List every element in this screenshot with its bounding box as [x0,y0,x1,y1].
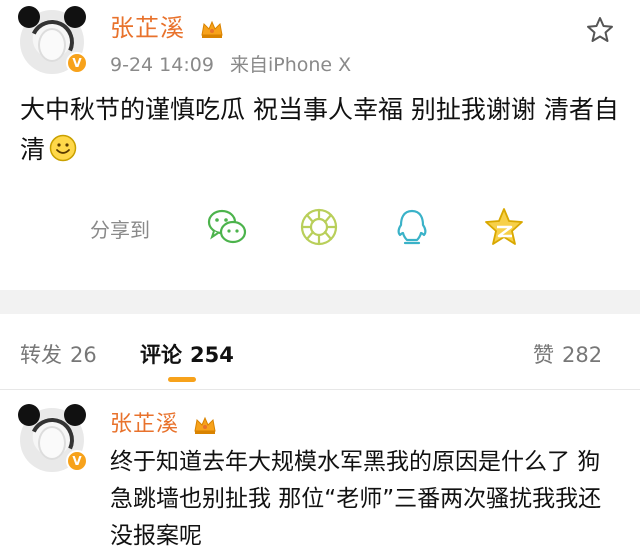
tab-like-label: 赞 [533,343,554,367]
post-author-name[interactable]: 张芷溪 [110,8,224,43]
section-separator [0,290,640,314]
active-tab-indicator [168,377,196,382]
share-label: 分享到 [90,218,150,242]
avatar-face [38,28,66,62]
comment-author-name[interactable]: 张芷溪 [110,406,217,438]
post-meta: 9-24 14:09 来自iPhone X [110,50,351,77]
comment-text: 终于知道去年大规模水军黑我的原因是什么了 狗急跳墙也别扯我 那位“老师”三番两次… [110,449,602,549]
wechat-icon[interactable] [205,205,249,249]
post-source: 来自iPhone X [229,54,352,76]
moments-icon[interactable] [297,205,341,249]
qq-icon[interactable] [390,205,434,249]
comment-avatar-ear-right [64,404,86,426]
avatar-ear-right [64,6,86,28]
author-name-text: 张芷溪 [110,14,185,42]
smile-emoji [49,134,77,162]
tab-divider [0,389,640,390]
comment-avatar-face [38,426,66,460]
tab-bar: 转发 26 评论 254 赞 282 [0,314,640,390]
crown-icon [201,20,223,38]
tab-like-count: 282 [562,343,603,367]
comment-verified-badge: V [66,450,88,472]
tab-comment[interactable]: 评论 254 [140,339,234,369]
tab-repost-count: 26 [70,343,97,367]
comment-crown-icon [194,416,216,434]
tab-repost-label: 转发 [20,343,62,367]
verified-badge: V [66,52,88,74]
post-text: 大中秋节的谨慎吃瓜 祝当事人幸福 别扯我谢谢 清者自清 [20,90,620,170]
tab-repost[interactable]: 转发 26 [20,339,97,369]
tab-comment-label: 评论 [140,343,182,367]
post-timestamp: 9-24 14:09 [110,54,214,76]
favorite-star-icon[interactable] [585,15,615,45]
qzone-icon[interactable] [482,205,526,249]
comment-author-name-text: 张芷溪 [110,412,180,437]
tab-comment-count: 254 [190,343,234,367]
post-text-content: 大中秋节的谨慎吃瓜 祝当事人幸福 别扯我谢谢 清者自清 [20,95,619,164]
tab-like[interactable]: 赞 282 [533,339,602,369]
